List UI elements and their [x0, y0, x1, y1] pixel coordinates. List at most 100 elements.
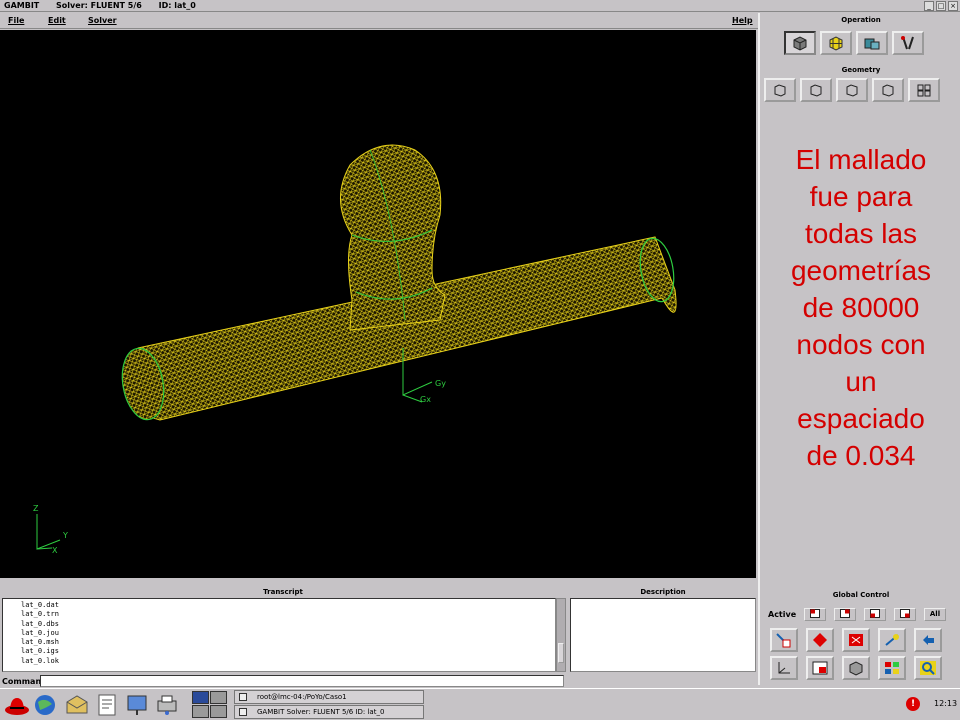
transcript-scrollbar[interactable]: [556, 598, 566, 672]
zones-operation-button[interactable]: [856, 31, 888, 55]
vertex-icon: [774, 84, 786, 97]
command-input[interactable]: [40, 675, 564, 687]
alert-icon[interactable]: !: [906, 697, 920, 711]
description-title: Description: [640, 588, 686, 596]
window-icon: [239, 708, 247, 716]
color-palette-icon: [885, 662, 899, 674]
workspace-2[interactable]: [210, 691, 227, 704]
redhat-icon[interactable]: [4, 692, 30, 718]
menu-help[interactable]: Help: [732, 13, 753, 29]
group-button[interactable]: [908, 78, 940, 102]
edge-icon: [810, 84, 822, 97]
zoom-button[interactable]: [914, 656, 942, 680]
select-pivot-button[interactable]: [806, 628, 834, 652]
task-gambit[interactable]: GAMBIT Solver: FLUENT 5/6 ID: lat_0: [234, 705, 424, 719]
web-browser-icon[interactable]: [32, 692, 58, 718]
transcript-line: lat_0.igs: [21, 647, 59, 656]
window-title: GAMBIT Solver: FLUENT 5/6 ID: lat_0: [4, 0, 210, 12]
note-line: espaciado: [797, 403, 925, 434]
workspace-3[interactable]: [192, 705, 209, 718]
display-attributes-button[interactable]: [806, 656, 834, 680]
printer-icon[interactable]: [154, 692, 180, 718]
axes-icon: [778, 662, 790, 674]
orient-icon: [849, 634, 863, 646]
mesh-operation-button[interactable]: [820, 31, 852, 55]
task-terminal[interactable]: root@lmc-04:/PoYo/Caso1: [234, 690, 424, 704]
fit-icon: [776, 633, 791, 648]
menu-bar: File Edit Solver Help: [0, 13, 758, 29]
scrollbar-thumb[interactable]: [558, 643, 564, 663]
transcript-log[interactable]: lat_0.dat lat_0.trn lat_0.dbs lat_0.jou …: [2, 598, 556, 672]
mesh-model: Gy Gx Z Y X: [33, 144, 677, 555]
close-button[interactable]: ×: [948, 1, 958, 11]
active-window-2[interactable]: [834, 608, 856, 621]
text-editor-icon[interactable]: [94, 692, 120, 718]
orient-model-button[interactable]: [842, 628, 870, 652]
description-box: [570, 598, 756, 672]
note-line: todas las: [804, 218, 918, 249]
geometry-toolbar: [764, 78, 940, 102]
transcript-line: lat_0.dat: [21, 601, 59, 609]
undo-button[interactable]: [914, 628, 942, 652]
graphics-viewport[interactable]: Gy Gx Z Y X: [0, 30, 756, 578]
workspace-4[interactable]: [210, 705, 227, 718]
pivot-icon: [813, 633, 827, 647]
menu-solver[interactable]: Solver: [88, 13, 117, 29]
color-spec-button[interactable]: [878, 656, 906, 680]
maximize-button[interactable]: □: [936, 1, 946, 11]
presentation-icon[interactable]: [124, 692, 150, 718]
group-icon: [917, 84, 931, 97]
workspace-1[interactable]: [192, 691, 209, 704]
window-quadrant-icon: [840, 609, 850, 618]
tools-operation-button[interactable]: [892, 31, 924, 55]
render-shade-button[interactable]: [842, 656, 870, 680]
zones-icon: [864, 38, 880, 50]
volume-button[interactable]: [872, 78, 904, 102]
axis-gx-label: Gx: [420, 395, 431, 404]
operation-toolbar: [784, 31, 924, 55]
active-label: Active: [768, 610, 797, 619]
menu-edit[interactable]: Edit: [48, 13, 66, 29]
window-controls: _ □ ×: [924, 1, 958, 11]
mail-icon[interactable]: [64, 692, 90, 718]
face-button[interactable]: [836, 78, 868, 102]
axis-triad: [36, 514, 61, 550]
window-quadrant-icon: [870, 609, 880, 618]
undo-arrow-icon: [923, 635, 934, 645]
render-model-button[interactable]: [878, 628, 906, 652]
note-line: de 80000: [802, 292, 920, 323]
workspace-pager[interactable]: [192, 691, 228, 719]
triad-z-label: Z: [33, 504, 39, 513]
active-window-4[interactable]: [894, 608, 916, 621]
global-control-title: Global Control: [832, 591, 890, 599]
triad-y-label: Y: [62, 531, 68, 540]
active-window-1[interactable]: [804, 608, 826, 621]
active-window-3[interactable]: [864, 608, 886, 621]
face-icon: [846, 84, 858, 97]
edge-button[interactable]: [800, 78, 832, 102]
annotation-note: El mallado fue para todas las geometrías…: [764, 141, 958, 474]
geometry-icon: [793, 36, 807, 51]
vertex-button[interactable]: [764, 78, 796, 102]
fit-to-window-button[interactable]: [770, 628, 798, 652]
note-line: geometrías: [790, 255, 932, 286]
transcript-line: lat_0.lok: [21, 656, 59, 665]
note-line: fue para: [809, 181, 913, 212]
note-line: un: [845, 366, 877, 397]
operation-title: Operation: [841, 16, 881, 24]
minimize-button[interactable]: _: [924, 1, 934, 11]
axes-display-button[interactable]: [770, 656, 798, 680]
bulb-mesh: [340, 144, 446, 331]
triad-x-label: X: [52, 546, 58, 555]
window-quadrant-icon: [810, 609, 820, 618]
axis-gy-label: Gy: [435, 379, 446, 388]
menu-file[interactable]: File: [8, 13, 24, 29]
shade-icon: [849, 661, 863, 676]
transcript-line: lat_0.trn: [21, 610, 59, 619]
transcript-line: lat_0.msh: [21, 638, 59, 647]
geometry-operation-button[interactable]: [784, 31, 816, 55]
id-label: ID: lat_0: [158, 1, 196, 10]
task-gambit-label: GAMBIT Solver: FLUENT 5/6 ID: lat_0: [257, 708, 385, 716]
tools-icon: [901, 36, 914, 50]
active-all-button[interactable]: All: [924, 608, 946, 621]
